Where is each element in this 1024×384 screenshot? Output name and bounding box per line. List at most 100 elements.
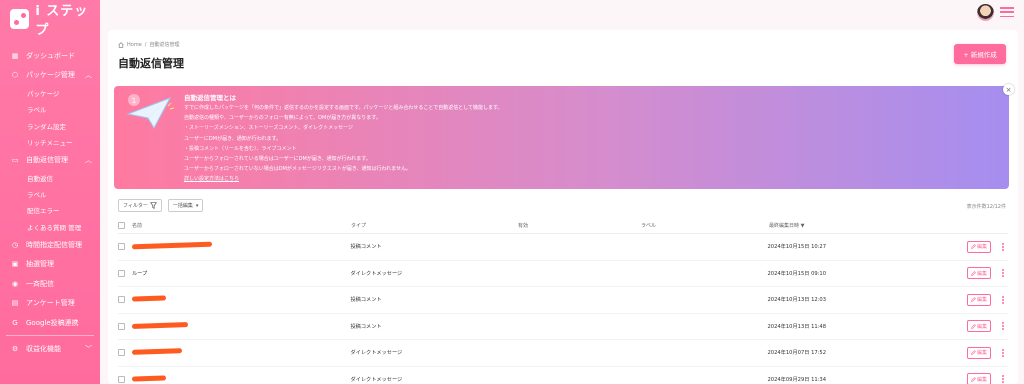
pencil-icon (971, 297, 976, 303)
breadcrumb-home[interactable]: Home (127, 42, 142, 48)
table-row[interactable]: 投稿コメント 2024年10月15日 10:27 編集 (118, 234, 1008, 261)
topbar (100, 0, 1024, 24)
header-date[interactable]: 最終編集日時 ▼ (769, 222, 969, 229)
sidebar-subitem[interactable]: 配信エラー (0, 202, 100, 218)
pencil-icon (971, 244, 976, 250)
home-icon[interactable] (118, 41, 124, 48)
row-checkbox[interactable] (118, 375, 125, 383)
sidebar-item-1[interactable]: ⬡ パッケージ管理 ︿ (0, 66, 100, 86)
header-name[interactable]: 名前 (132, 222, 351, 229)
more-options-icon[interactable] (1000, 242, 1006, 251)
sidebar-subitem[interactable]: ランダム設定 (0, 118, 100, 134)
logo[interactable]: i ステップ (0, 0, 100, 38)
edit-button-label: 編集 (976, 297, 987, 304)
row-name[interactable]: ループ (132, 271, 147, 277)
row-type: ダイレクトメッセージ (350, 270, 403, 277)
row-date: 2024年10月15日 10:27 (767, 244, 827, 251)
chat-icon: ▭ (11, 155, 19, 164)
sidebar-item-label: 一斉配信 (26, 279, 54, 288)
chevron-up-icon[interactable]: ︿ (85, 70, 92, 80)
sidebar-subitem[interactable]: リッチメニュー (0, 134, 100, 150)
google-icon: G (12, 318, 18, 327)
row-checkbox[interactable] (118, 296, 125, 304)
edit-button-label: 編集 (976, 244, 987, 251)
hamburger-menu-icon[interactable] (1000, 7, 1014, 17)
header-label[interactable]: ラベル (641, 222, 769, 229)
table-row[interactable]: ダイレクトメッセージ 2024年09月29日 11:34 編集 (118, 367, 1008, 384)
more-options-icon[interactable] (1000, 322, 1006, 331)
edit-button[interactable]: 編集 (967, 346, 991, 359)
redacted-name (131, 321, 189, 329)
main-panel: Home / 自動返信管理 自動返信管理 + 新規作成 1 自動返信管理とは す… (108, 30, 1018, 384)
sidebar-item-2[interactable]: ▭ 自動返信管理 ︿ (0, 150, 100, 170)
sidebar-subitem[interactable]: パッケージ (0, 85, 100, 101)
select-all-checkbox[interactable] (118, 221, 125, 229)
row-checkbox[interactable] (118, 269, 125, 277)
dashboard-icon: ▦ (11, 51, 19, 60)
more-options-icon[interactable] (1000, 375, 1006, 384)
gift-icon: ▣ (11, 260, 19, 269)
info-banner: 1 自動返信管理とは すでに作成したパッケージを「何の条件で」返信するのかを設定… (114, 86, 1009, 189)
bulk-edit-select[interactable]: 一括編集 ▾ (167, 199, 204, 212)
sidebar-item-label: 抽選管理 (26, 260, 54, 269)
document-icon: ▤ (11, 299, 19, 308)
sidebar-subitem[interactable]: ラベル (0, 101, 100, 117)
pencil-icon (971, 350, 976, 356)
package-icon: ⬡ (11, 71, 19, 80)
table-row[interactable]: 投稿コメント 2024年10月13日 12:03 編集 (118, 287, 1008, 314)
chevron-down-icon[interactable]: ﹀ (85, 344, 92, 354)
table-row[interactable]: 投稿コメント 2024年10月13日 11:48 編集 (118, 314, 1008, 340)
banner-close-icon[interactable]: × (1003, 84, 1014, 95)
table-row[interactable]: ループ ダイレクトメッセージ 2024年10月15日 09:10 編集 (118, 261, 1008, 287)
row-type: ダイレクトメッセージ (350, 350, 403, 357)
avatar[interactable] (977, 3, 994, 21)
edit-button[interactable]: 編集 (967, 373, 991, 384)
sidebar-item-label: Google投稿連携 (26, 318, 79, 327)
banner-line: ・ストーリーズメンション、ストーリーズコメント、ダイレクトメッセージ (184, 125, 354, 132)
banner-line: すでに作成したパッケージを「何の条件で」返信するのかを設定する画面です。パッケー… (184, 105, 503, 111)
sidebar-item-4[interactable]: ▣ 抽選管理 (0, 254, 100, 274)
row-checkbox[interactable] (118, 349, 125, 357)
sidebar-item-0[interactable]: ▦ ダッシュボード (0, 46, 100, 66)
row-checkbox[interactable] (118, 322, 125, 330)
row-date: 2024年10月07日 17:52 (767, 350, 827, 357)
bulk-edit-label: 一括編集 (172, 203, 193, 209)
more-options-icon[interactable] (1000, 269, 1006, 278)
new-create-button[interactable]: + 新規作成 (954, 44, 1006, 64)
row-date: 2024年10月13日 11:48 (767, 323, 827, 330)
header-type[interactable]: タイプ (351, 222, 518, 229)
sidebar-item-5[interactable]: ◉ 一斉配信 (0, 274, 100, 294)
redacted-name (131, 348, 183, 356)
table-row[interactable]: ダイレクトメッセージ 2024年10月07日 17:52 編集 (118, 340, 1008, 367)
breadcrumb-current: 自動返信管理 (149, 42, 180, 48)
banner-help-link[interactable]: 詳しい設定方法はこちら (184, 174, 503, 184)
sidebar-item-6[interactable]: ▤ アンケート管理 (0, 293, 100, 313)
row-checkbox[interactable] (118, 243, 125, 251)
more-options-icon[interactable] (1000, 348, 1006, 357)
broadcast-icon: ◉ (11, 279, 19, 288)
sidebar-item-3[interactable]: ◷ 時間指定配信管理 (0, 235, 100, 255)
sidebar-subitem[interactable]: 自動返信 (0, 170, 100, 186)
chevron-up-icon[interactable]: ︿ (85, 155, 92, 165)
edit-button[interactable]: 編集 (967, 320, 991, 333)
edit-button-label: 編集 (976, 350, 987, 357)
filter-button[interactable]: フィルター (118, 199, 162, 212)
sidebar-item-8[interactable]: ⚙ 収益化機能 ﹀ (0, 339, 100, 359)
edit-button[interactable]: 編集 (967, 240, 991, 253)
more-options-icon[interactable] (1000, 295, 1006, 304)
edit-button[interactable]: 編集 (967, 267, 991, 280)
edit-button[interactable]: 編集 (967, 293, 991, 306)
row-date: 2024年10月15日 09:10 (767, 270, 827, 277)
banner-line: ユーザーにDMが届き、通知が行われます。 (184, 135, 281, 142)
redacted-name (131, 241, 213, 250)
sidebar-subitem[interactable]: ラベル (0, 186, 100, 202)
row-type: 投稿コメント (350, 323, 382, 330)
sidebar: i ステップ ▦ ダッシュボード ⬡ パッケージ管理 ︿ パッケージ ラベル ランダム設定 リッ… (0, 0, 100, 384)
sidebar-item-7[interactable]: G Google投稿連携 (0, 313, 100, 333)
row-type: 投稿コメント (350, 297, 382, 304)
funnel-icon (149, 202, 157, 209)
sidebar-subitem[interactable]: よくある質問 管理 (0, 219, 100, 235)
header-status[interactable]: 有効 (518, 222, 641, 229)
banner-line: ・投稿コメント（リールを含む）、ライブコメント (184, 145, 297, 152)
nav-divider (6, 335, 94, 337)
